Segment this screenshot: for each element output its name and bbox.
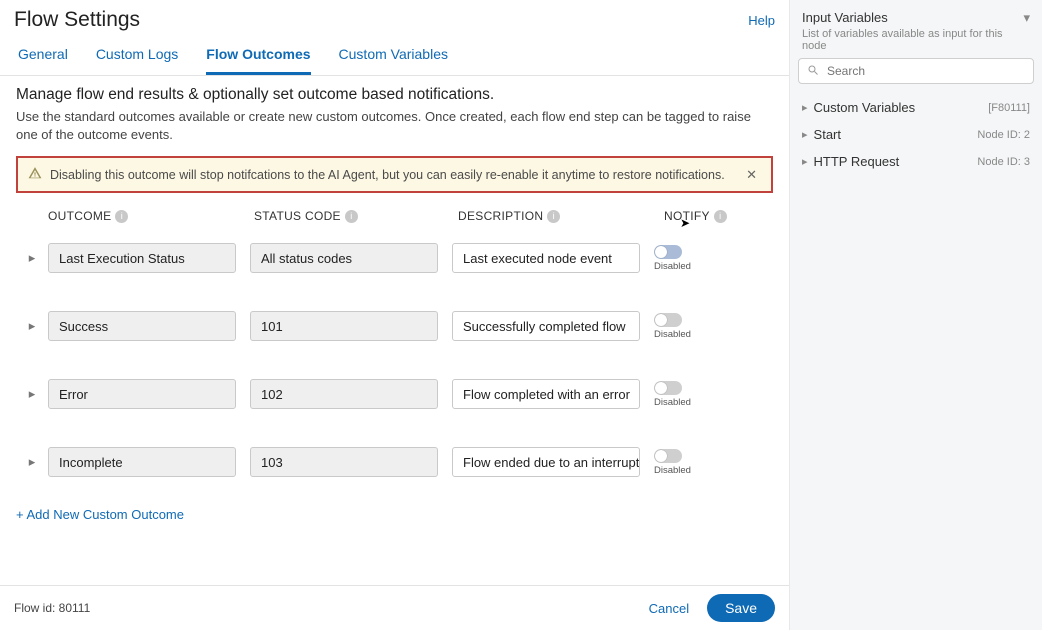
outcome-row: ▸Error 102 Flow completed with an error Dis… <box>16 367 773 435</box>
chevron-right-icon: ▸ <box>802 155 808 168</box>
variable-item[interactable]: ▸ HTTP Request Node ID: 3 <box>798 148 1034 175</box>
notify-toggle[interactable] <box>654 313 682 327</box>
cursor-icon: ➤ <box>680 216 690 230</box>
tab-custom-logs[interactable]: Custom Logs <box>96 46 178 75</box>
outcome-field[interactable]: Error <box>48 379 236 409</box>
expand-row-icon[interactable]: ▸ <box>16 454 48 470</box>
warning-icon <box>28 166 42 183</box>
cancel-button[interactable]: Cancel <box>649 601 689 616</box>
tab-general[interactable]: General <box>18 46 68 75</box>
side-panel-subtitle: List of variables available as input for… <box>798 28 1034 58</box>
tab-custom-variables[interactable]: Custom Variables <box>339 46 448 75</box>
info-icon[interactable]: i <box>345 210 358 223</box>
col-outcome-label: OUTCOME <box>48 209 111 223</box>
outcome-row: ▸Last Execution Status All status codes La… <box>16 231 773 299</box>
outcome-row: ▸Success 101 Successfully completed flow Di… <box>16 299 773 367</box>
col-desc-label: DESCRIPTION <box>458 209 543 223</box>
outcome-rows: ▸Last Execution StatusAll status codesLa… <box>16 231 773 503</box>
side-collapse-icon[interactable]: ▾ <box>1023 10 1030 26</box>
page-title: Flow Settings <box>14 8 140 32</box>
description-field[interactable]: Flow ended due to an interruption <box>452 447 640 477</box>
col-status-label: STATUS CODE <box>254 209 341 223</box>
variable-meta: Node ID: 2 <box>977 129 1030 141</box>
side-panel-title: Input Variables <box>802 10 888 25</box>
column-headers: OUTCOMEi STATUS CODEi DESCRIPTIONi NOTIF… <box>16 203 773 231</box>
info-icon[interactable]: i <box>714 210 727 223</box>
tabs: General Custom Logs Flow Outcomes Custom Va… <box>0 32 789 76</box>
notify-toggle[interactable] <box>654 381 682 395</box>
alert-close-button[interactable]: ✕ <box>742 167 761 183</box>
variable-item[interactable]: ▸ Start Node ID: 2 <box>798 121 1034 148</box>
status-code-field[interactable]: 103 <box>250 447 438 477</box>
warning-alert: Disabling this outcome will stop notifca… <box>16 156 773 193</box>
variable-label: HTTP Request <box>814 154 900 169</box>
variable-meta: [F80111] <box>988 102 1030 114</box>
help-link[interactable]: Help <box>748 13 775 28</box>
alert-text: Disabling this outcome will stop notifca… <box>50 168 734 182</box>
variable-list: ▸ Custom Variables [F80111] ▸ Start Node ID: … <box>798 94 1034 175</box>
notify-toggle[interactable] <box>654 449 682 463</box>
info-icon[interactable]: i <box>115 210 128 223</box>
outcome-field[interactable]: Incomplete <box>48 447 236 477</box>
search-input-wrapper[interactable] <box>798 58 1034 84</box>
status-code-field[interactable]: 102 <box>250 379 438 409</box>
outcome-field[interactable]: Success <box>48 311 236 341</box>
search-input[interactable] <box>825 63 1025 79</box>
tab-flow-outcomes[interactable]: Flow Outcomes <box>206 46 310 75</box>
variable-label: Start <box>814 127 841 142</box>
expand-row-icon[interactable]: ▸ <box>16 386 48 402</box>
status-code-field[interactable]: 101 <box>250 311 438 341</box>
footer: Flow id: 80111 Cancel Save <box>0 585 789 630</box>
add-outcome-link[interactable]: + Add New Custom Outcome <box>16 503 184 526</box>
chevron-right-icon: ▸ <box>802 128 808 141</box>
description-field[interactable]: Flow completed with an error <box>452 379 640 409</box>
chevron-right-icon: ▸ <box>802 101 808 114</box>
notify-status-label: Disabled <box>654 465 691 476</box>
notify-status-label: Disabled <box>654 329 691 340</box>
status-code-field[interactable]: All status codes <box>250 243 438 273</box>
notify-status-label: Disabled <box>654 261 691 272</box>
variable-meta: Node ID: 3 <box>977 156 1030 168</box>
notify-status-label: Disabled <box>654 397 691 408</box>
description-field[interactable]: Last executed node event <box>452 243 640 273</box>
description-field[interactable]: Successfully completed flow <box>452 311 640 341</box>
section-heading: Manage flow end results & optionally set… <box>16 86 773 104</box>
expand-row-icon[interactable]: ▸ <box>16 318 48 334</box>
expand-row-icon[interactable]: ▸ <box>16 250 48 266</box>
variable-item[interactable]: ▸ Custom Variables [F80111] <box>798 94 1034 121</box>
search-icon <box>807 64 819 79</box>
outcome-row: ▸Incomplete 103 Flow ended due to an inter… <box>16 435 773 503</box>
variable-label: Custom Variables <box>814 100 916 115</box>
outcome-field[interactable]: Last Execution Status <box>48 243 236 273</box>
save-button[interactable]: Save <box>707 594 775 622</box>
section-subtext: Use the standard outcomes available or c… <box>16 108 773 144</box>
info-icon[interactable]: i <box>547 210 560 223</box>
notify-toggle[interactable] <box>654 245 682 259</box>
flow-id-label: Flow id: 80111 <box>14 601 90 615</box>
